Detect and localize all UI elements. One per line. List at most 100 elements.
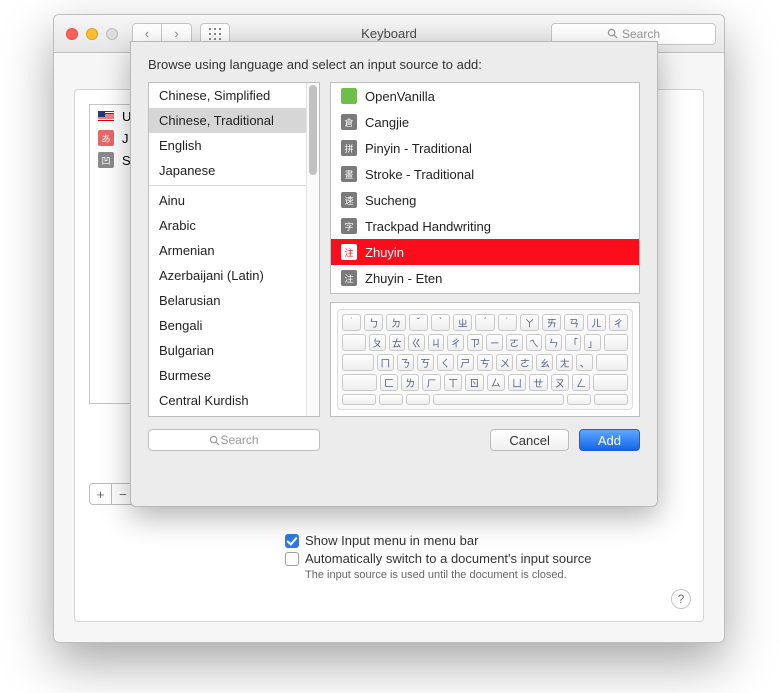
show-menu-checkbox[interactable] (285, 534, 299, 548)
language-item[interactable]: Bulgarian (149, 338, 319, 363)
input-source-label: Trackpad Handwriting (365, 219, 491, 234)
sheet-title: Browse using language and select an inpu… (148, 57, 640, 72)
auto-switch-checkbox[interactable] (285, 552, 299, 566)
auto-switch-label: Automatically switch to a document's inp… (305, 551, 591, 566)
language-item[interactable]: Armenian (149, 238, 319, 263)
show-menu-label: Show Input menu in menu bar (305, 533, 478, 548)
input-source-item[interactable]: 注 Zhuyin - Eten (331, 265, 639, 291)
help-button[interactable]: ? (671, 589, 691, 609)
keyboard-key: ㄨ (496, 354, 513, 371)
keyboard-key: ㄅ (364, 314, 383, 331)
language-item[interactable]: Arabic (149, 213, 319, 238)
input-source-label: Pinyin - Traditional (365, 141, 472, 156)
input-source-icon: 拼 (341, 140, 357, 156)
keyboard-key: ㄈ (380, 374, 398, 391)
language-item[interactable]: Belarusian (149, 288, 319, 313)
language-item[interactable]: Azerbaijani (Latin) (149, 263, 319, 288)
input-source-icon: 速 (341, 192, 357, 208)
input-source-icon: 注 (341, 270, 357, 286)
input-source-item[interactable]: 畫Stroke - Traditional (331, 161, 639, 187)
preferences-window: ‹ › Keyboard Search U あ J 凹 S (53, 14, 725, 643)
cancel-button[interactable]: Cancel (490, 429, 568, 451)
spacebar-key (433, 394, 565, 405)
input-source-item[interactable]: 注 Zhuyin (331, 239, 639, 265)
keyboard-key: ˇ (409, 314, 428, 331)
keyboard-key: ㄦ (587, 314, 606, 331)
language-item[interactable]: English (149, 133, 319, 158)
add-input-source-sheet: Browse using language and select an inpu… (130, 41, 658, 507)
input-source-label: Zhuyin (365, 245, 404, 260)
language-item[interactable]: Chinese, Traditional (149, 108, 319, 133)
input-source-item[interactable]: 速Sucheng (331, 187, 639, 213)
language-item[interactable]: Ainu (149, 188, 319, 213)
keyboard-key: ㄊ (389, 334, 406, 351)
language-item[interactable]: Central Kurdish (149, 388, 319, 413)
zoom-window-button[interactable] (106, 28, 118, 40)
keyboard-key: ㄔ (609, 314, 628, 331)
auto-switch-checkbox-row: Automatically switch to a document's inp… (285, 551, 689, 566)
input-source-item[interactable]: OpenVanilla (331, 83, 639, 109)
language-item[interactable]: Chinese, Simplified (149, 83, 319, 108)
keyboard-key: 「 (565, 334, 582, 351)
input-source-label: Cangjie (365, 115, 409, 130)
scroll-thumb[interactable] (309, 85, 317, 175)
input-source-label: Zhuyin - Eten (365, 271, 442, 286)
scrollbar[interactable] (306, 83, 319, 416)
keyboard-key: ㄒ (444, 374, 462, 391)
input-source-icon (341, 88, 357, 104)
minimize-window-button[interactable] (86, 28, 98, 40)
add-button[interactable]: Add (579, 429, 640, 451)
keyboard-key: ˙ (498, 314, 517, 331)
keyboard-key: ㄖ (465, 374, 483, 391)
options-area: Show Input menu in menu bar Automaticall… (285, 530, 689, 581)
keyboard-key: ˙ (342, 314, 361, 331)
keyboard-key: ㄌ (401, 374, 419, 391)
input-source-item[interactable]: 字 Trackpad Handwriting (331, 213, 639, 239)
keyboard-key: ㄋ (397, 354, 414, 371)
input-source-item[interactable]: 倉 Cangjie (331, 109, 639, 135)
input-source-icon: 注 (341, 244, 357, 260)
input-source-icon: 倉 (341, 114, 357, 130)
keyboard-key: ㄗ (467, 334, 484, 351)
keyboard-key: ㄏ (422, 374, 440, 391)
keyboard-key: 」 (584, 334, 601, 351)
keyboard-key: ㄜ (516, 354, 533, 371)
language-item[interactable]: Bengali (149, 313, 319, 338)
keyboard-key: ㄢ (564, 314, 583, 331)
keyboard-key: ㄙ (487, 374, 505, 391)
keyboard-key: ㄔ (447, 334, 464, 351)
traffic-lights (62, 28, 118, 40)
keyboard-key: ㄎ (417, 354, 434, 371)
keyboard-key: ㄆ (369, 334, 386, 351)
keyboard-key: ㄘ (477, 354, 494, 371)
language-item[interactable]: Japanese (149, 158, 319, 183)
language-item[interactable]: Burmese (149, 363, 319, 388)
auto-switch-note: The input source is used until the docum… (305, 569, 689, 581)
keyboard-key: ㄝ (529, 374, 547, 391)
input-source-label: OpenVanilla (365, 89, 435, 104)
keyboard-key: ㄞ (542, 314, 561, 331)
keyboard-key: ㄐ (428, 334, 445, 351)
close-window-button[interactable] (66, 28, 78, 40)
keyboard-key: ㄍ (408, 334, 425, 351)
sheet-search[interactable]: Search (148, 429, 320, 451)
keyboard-key: ㄥ (572, 374, 590, 391)
input-source-icon: 畫 (341, 166, 357, 182)
keyboard-key: ㄛ (506, 334, 523, 351)
keyboard-key: ㄟ (526, 334, 543, 351)
keyboard-key: ㄧ (486, 334, 503, 351)
input-source-item[interactable]: 拼 Pinyin - Traditional (331, 135, 639, 161)
keyboard-key: ㄉ (386, 314, 405, 331)
input-source-list[interactable]: OpenVanilla 倉 Cangjie 拼 Pinyin - Traditional… (330, 82, 640, 294)
flag-icon (98, 111, 114, 122)
keyboard-key: ˋ (431, 314, 450, 331)
add-source-button[interactable]: + (89, 483, 112, 505)
input-source-icon: 字 (341, 218, 357, 234)
toolbar-search-placeholder: Search (622, 27, 660, 41)
language-list[interactable]: Chinese, SimplifiedChinese, TraditionalE… (148, 82, 320, 417)
source-icon: 凹 (98, 152, 114, 168)
show-menu-checkbox-row: Show Input menu in menu bar (285, 533, 689, 548)
keyboard-key: ㄣ (545, 334, 562, 351)
source-icon: あ (98, 130, 114, 146)
keyboard-preview: ˙ㄅㄉˇˋㄓˊ˙ㄚㄞㄢㄦㄔㄆㄊㄍㄐㄔㄗㄧㄛㄟㄣ「」ㄇㄋㄎㄑㄕㄘㄨㄜㄠㄤ、ㄈㄌㄏㄒ… (330, 302, 640, 417)
